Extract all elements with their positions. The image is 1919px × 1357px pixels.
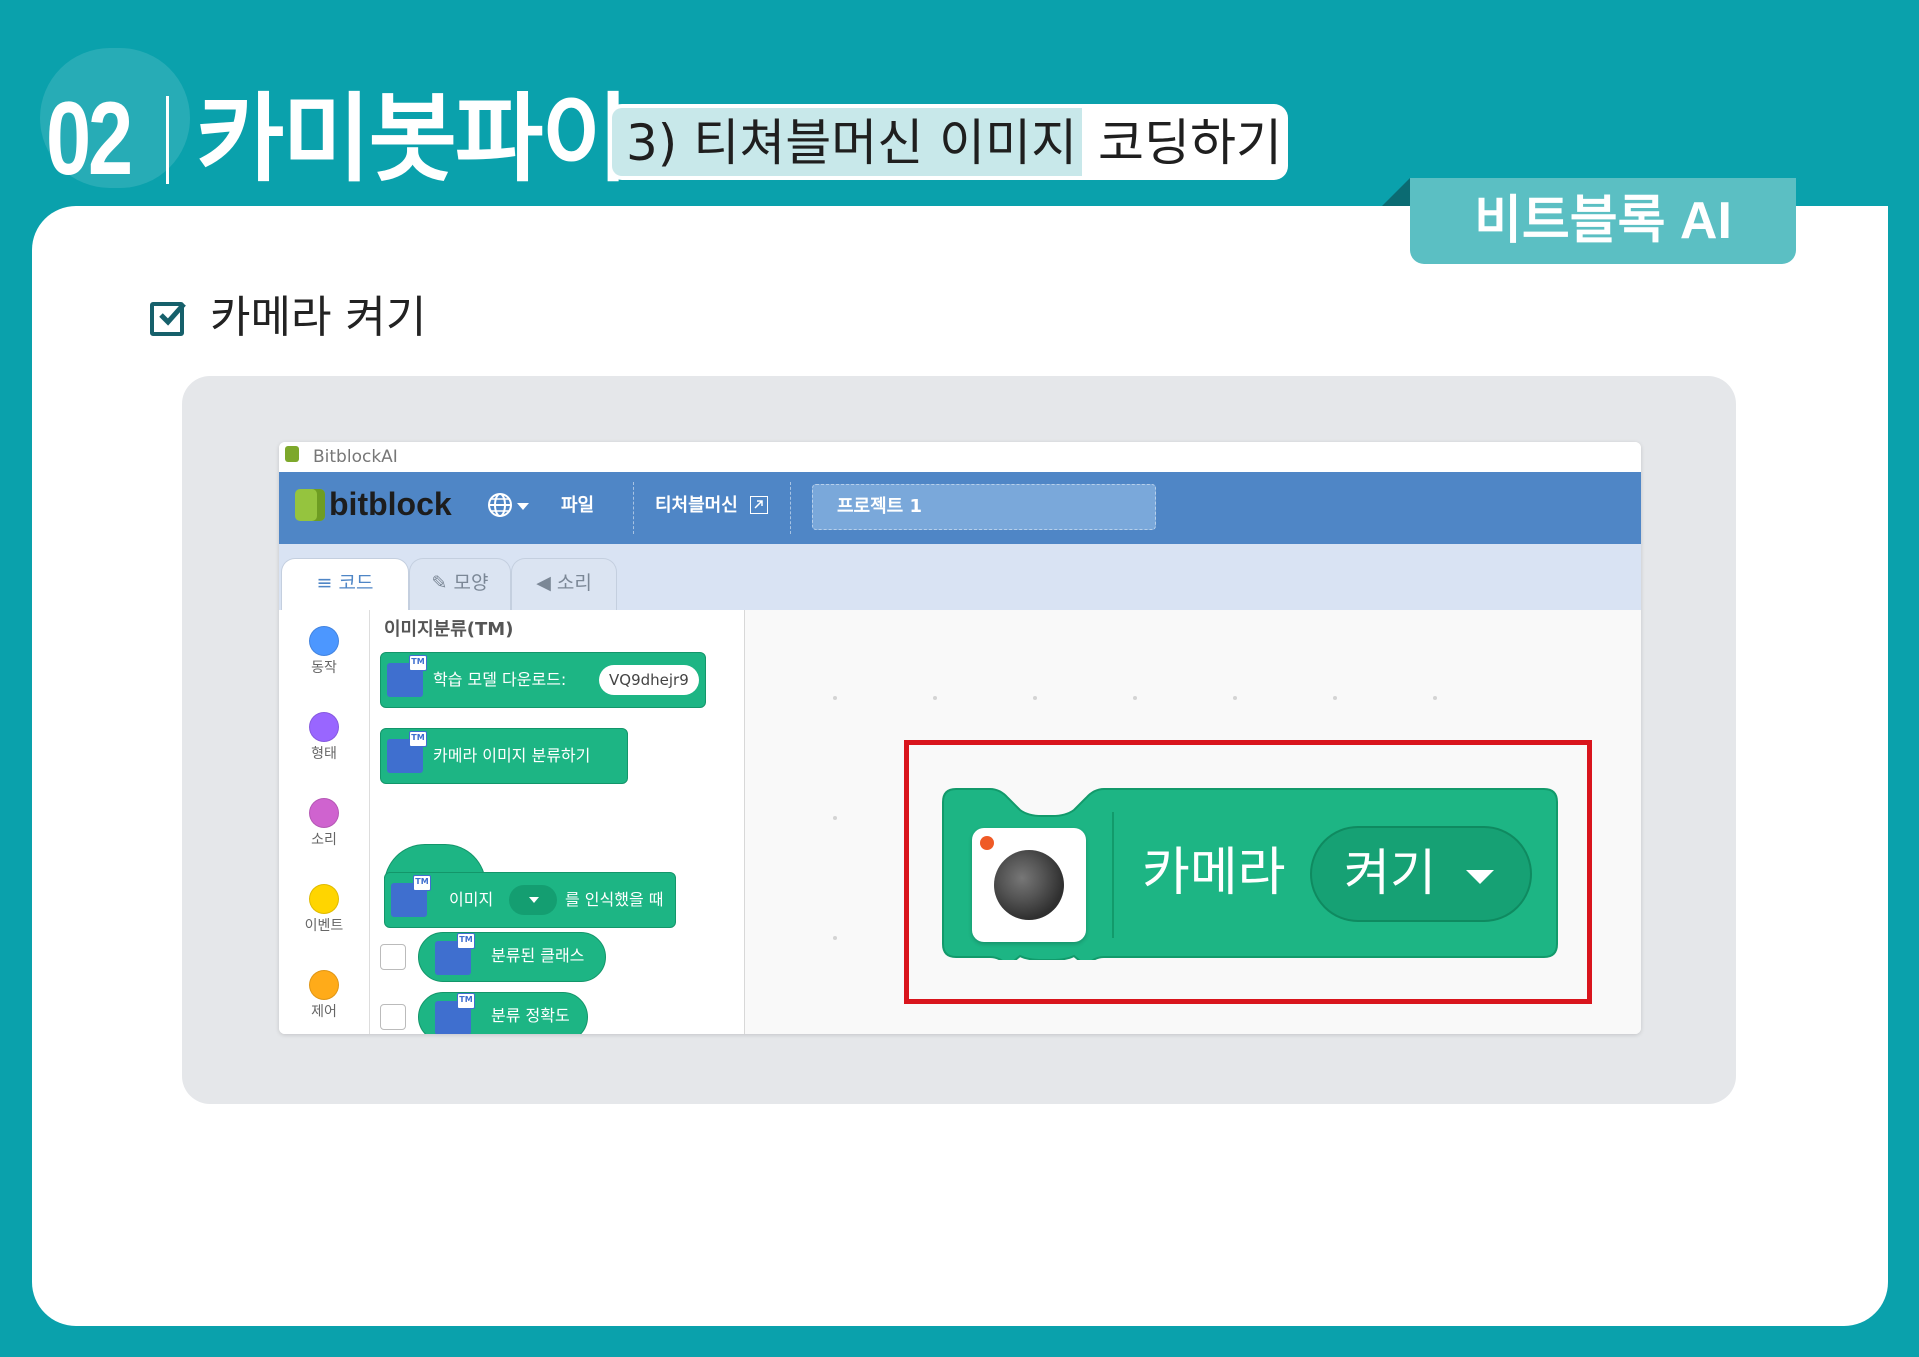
category-motion[interactable]: 동작: [279, 626, 369, 678]
logo-cube-icon: [295, 489, 325, 521]
category-label: 형태: [311, 746, 337, 762]
classified-class-reporter[interactable]: TM 분류된 클래스: [418, 932, 606, 982]
category-label: 동작: [311, 660, 337, 676]
chevron-down-icon[interactable]: [517, 503, 529, 510]
block-label: 를 인식했을 때: [565, 890, 664, 909]
category-control[interactable]: 제어: [279, 970, 369, 1022]
header-divider: [166, 96, 169, 184]
category-sound[interactable]: 소리: [279, 798, 369, 850]
block-label: 분류된 클래스: [491, 946, 585, 965]
block-label: 이미지: [449, 890, 494, 909]
model-id-field[interactable]: VQ9dhejr9: [599, 665, 699, 695]
tab-code-label: 코드: [338, 572, 374, 594]
accuracy-reporter[interactable]: TM 분류 정확도: [418, 992, 588, 1034]
category-label: 소리: [311, 832, 337, 848]
grid-dot: [1033, 696, 1037, 700]
menu-divider: [633, 482, 634, 534]
category-motion-dot: [309, 626, 339, 656]
when-image-recognized-block[interactable]: TM 이미지 를 인식했을 때: [384, 872, 676, 928]
reporter-checkbox[interactable]: [380, 944, 406, 970]
speaker-icon: ◀: [536, 572, 557, 594]
grid-dot: [1333, 696, 1337, 700]
category-label: 이벤트: [304, 918, 344, 934]
download-model-block[interactable]: TM 학습 모델 다운로드: VQ9dhejr9: [380, 652, 706, 708]
chevron-down-icon[interactable]: [1466, 870, 1494, 884]
code-icon: ≡: [316, 572, 339, 594]
external-link-icon[interactable]: [750, 496, 768, 514]
window-titlebar: BitblockAI: [279, 442, 1641, 472]
image-classifier-icon: TM: [391, 875, 431, 917]
classify-camera-block[interactable]: TM 카메라 이미지 분류하기: [380, 728, 628, 784]
lesson-title: 카미봇파이: [196, 83, 630, 195]
project-title-input[interactable]: 프로젝트 1: [812, 484, 1156, 530]
category-events[interactable]: 이벤트: [279, 884, 369, 936]
tab-sounds[interactable]: ◀ 소리: [511, 558, 617, 610]
image-classifier-icon: TM: [435, 933, 475, 975]
reporter-checkbox[interactable]: [380, 1004, 406, 1030]
block-label: 분류 정확도: [491, 1006, 570, 1025]
category-menu: 동작 형태 소리 이벤트 제어: [279, 610, 370, 1034]
globe-icon[interactable]: [487, 492, 513, 518]
category-looks[interactable]: 형태: [279, 712, 369, 764]
menu-bar: bitblock 파일 티처블머신 프로젝트 1: [279, 472, 1641, 544]
tab-sounds-label: 소리: [556, 572, 592, 594]
camera-icon: [972, 828, 1086, 942]
grid-dot: [833, 816, 837, 820]
category-events-dot: [309, 884, 339, 914]
brush-icon: ✎: [431, 572, 454, 594]
menu-file[interactable]: 파일: [561, 494, 594, 518]
camera-state-value: 켜기: [1344, 844, 1436, 902]
grid-dot: [833, 936, 837, 940]
category-label: 제어: [311, 1004, 337, 1020]
camera-block-label: 카메라: [1142, 843, 1286, 903]
image-classifier-icon: TM: [387, 731, 427, 773]
product-badge: 비트블록 AI: [1410, 178, 1796, 264]
class-dropdown[interactable]: [509, 885, 557, 915]
grid-dot: [1233, 696, 1237, 700]
tab-costumes-label: 모양: [453, 572, 489, 594]
palette-heading: 이미지분류(TM): [384, 619, 514, 640]
badge-fold: [1382, 178, 1410, 206]
logo[interactable]: bitblock: [329, 484, 452, 524]
block-label: 학습 모델 다운로드:: [433, 670, 567, 689]
block-label: 카메라 이미지 분류하기: [433, 746, 591, 765]
category-control-dot: [309, 970, 339, 1000]
menu-teachable-machine[interactable]: 티처블머신: [655, 494, 738, 518]
grid-dot: [833, 696, 837, 700]
window-title: BitblockAI: [313, 447, 398, 467]
block-separator: [1112, 812, 1114, 938]
category-sound-dot: [309, 798, 339, 828]
section-title: 카메라 켜기: [210, 292, 427, 343]
subtitle-part1: 3) 티쳐블머신 이미지: [626, 114, 1078, 172]
menu-divider: [790, 482, 791, 534]
grid-dot: [1133, 696, 1137, 700]
category-looks-dot: [309, 712, 339, 742]
block-palette: 이미지분류(TM) TM 학습 모델 다운로드: VQ9dhejr9 TM 카메…: [370, 610, 745, 1034]
record-dot: [980, 836, 994, 850]
checkbox-icon: [150, 302, 186, 336]
camera-lens: [994, 850, 1064, 920]
app-icon: [285, 446, 299, 462]
grid-dot: [1433, 696, 1437, 700]
lesson-number: 02: [46, 81, 133, 197]
tab-bar: ≡ 코드 ✎ 모양 ◀ 소리: [279, 544, 1641, 611]
image-classifier-icon: TM: [435, 993, 475, 1034]
tab-code[interactable]: ≡ 코드: [281, 558, 409, 611]
subtitle-part2: 코딩하기: [1098, 114, 1282, 172]
tab-costumes[interactable]: ✎ 모양: [409, 558, 511, 610]
image-classifier-icon: TM: [387, 655, 427, 697]
grid-dot: [933, 696, 937, 700]
